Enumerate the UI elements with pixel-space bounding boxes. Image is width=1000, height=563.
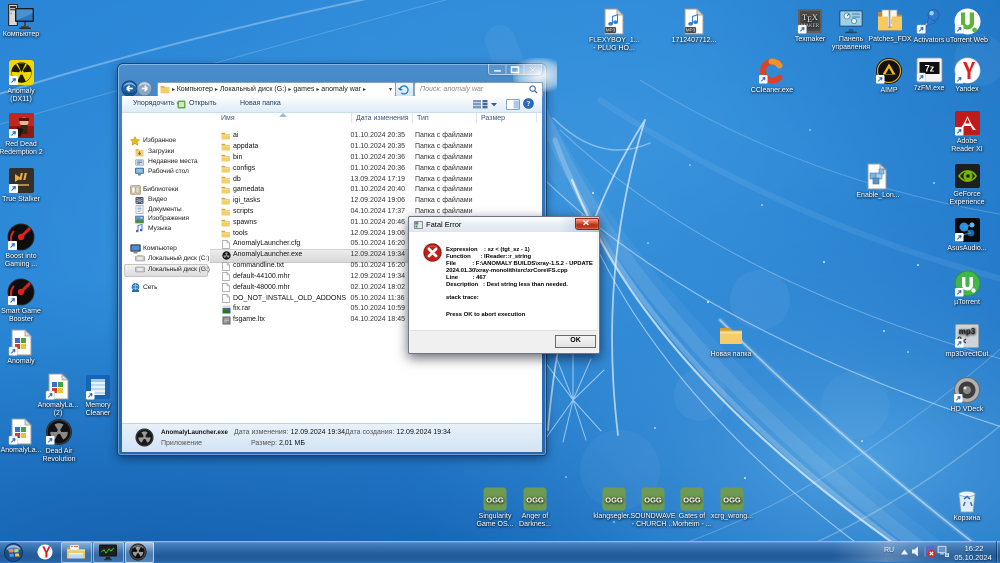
- svg-text:OGG: OGG: [605, 496, 623, 505]
- svg-text:7z: 7z: [924, 64, 934, 74]
- svg-text:OGG: OGG: [644, 496, 662, 505]
- svg-text:OGG: OGG: [723, 496, 741, 505]
- svg-text:MP3: MP3: [606, 28, 616, 33]
- svg-text:?: ?: [527, 99, 531, 108]
- svg-text:OGG: OGG: [683, 496, 701, 505]
- svg-text:MP3: MP3: [686, 28, 696, 33]
- svg-text:OGG: OGG: [486, 496, 504, 505]
- svg-text:OGG: OGG: [526, 496, 544, 505]
- svg-text:mp3: mp3: [959, 327, 976, 336]
